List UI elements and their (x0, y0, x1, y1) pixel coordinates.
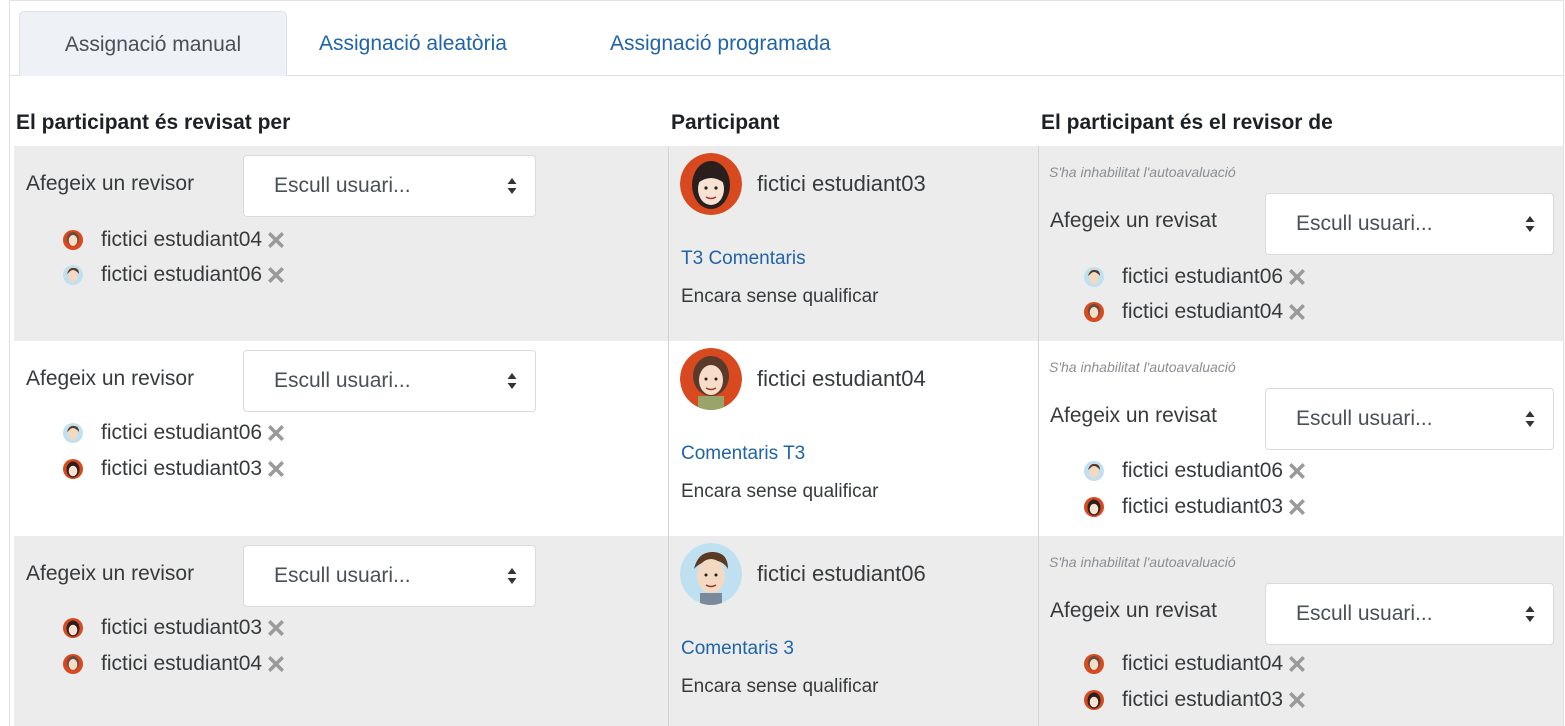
header-reviewer-of: El participant és el revisor de (1041, 111, 1333, 134)
participant-avatar (680, 543, 742, 605)
reviewer-name: fictici estudiant03 (101, 616, 263, 639)
participant-name: fictici estudiant06 (757, 561, 926, 586)
add-reviewer-label: Afegeix un revisor (26, 367, 195, 390)
reviewer-name: fictici estudiant04 (101, 652, 263, 675)
add-reviewer-select[interactable]: Escull usuari... (243, 155, 536, 217)
participant-avatar (680, 153, 742, 215)
tab-scheduled-allocation[interactable]: Assignació programada (610, 11, 831, 76)
reviewer-item: fictici estudiant03 (63, 454, 288, 484)
select-value: Escull usuari... (1296, 407, 1433, 430)
add-reviewer-select[interactable]: Escull usuari... (243, 545, 536, 607)
remove-reviewer-icon[interactable] (264, 652, 288, 676)
add-reviewee-select[interactable]: Escull usuari... (1265, 388, 1554, 450)
remove-reviewee-icon[interactable] (1285, 495, 1309, 519)
reviewee-item: fictici estudiant06 (1084, 262, 1309, 292)
user-avatar-icon (1084, 690, 1104, 710)
self-assessment-note: S'ha inhabilitat l'autoavaluació (1049, 164, 1236, 180)
select-value: Escull usuari... (274, 174, 411, 197)
allocation-panel: Assignació manual Assignació aleatòria A… (9, 0, 1564, 726)
add-reviewee-label: Afegeix un revisat (1050, 404, 1217, 427)
user-avatar-icon (63, 265, 83, 285)
sort-arrows-icon (507, 371, 517, 391)
reviewer-item: fictici estudiant06 (63, 260, 288, 290)
reviewee-name: fictici estudiant04 (1122, 300, 1284, 323)
reviewee-name: fictici estudiant04 (1122, 652, 1284, 675)
reviewee-name: fictici estudiant03 (1122, 495, 1284, 518)
header-reviewed-by: El participant és revisat per (16, 111, 291, 134)
grade-status: Encara sense qualificar (681, 481, 879, 502)
reviewer-item: fictici estudiant03 (63, 613, 288, 643)
reviewer-item: fictici estudiant04 (63, 649, 288, 679)
reviewee-name: fictici estudiant06 (1122, 265, 1284, 288)
reviewee-item: fictici estudiant03 (1084, 492, 1309, 522)
reviewer-name: fictici estudiant04 (101, 228, 263, 251)
user-avatar-icon (1084, 302, 1104, 322)
select-value: Escull usuari... (274, 564, 411, 587)
user-avatar-icon (63, 423, 83, 443)
sort-arrows-icon (1525, 604, 1535, 624)
add-reviewer-label: Afegeix un revisor (26, 172, 195, 195)
remove-reviewee-icon[interactable] (1285, 265, 1309, 289)
user-avatar-icon (1084, 267, 1104, 287)
remove-reviewer-icon[interactable] (264, 457, 288, 481)
sort-arrows-icon (1525, 409, 1535, 429)
reviewee-name: fictici estudiant03 (1122, 688, 1284, 711)
reviewer-name: fictici estudiant06 (101, 263, 263, 286)
submission-link[interactable]: T3 Comentaris (681, 248, 806, 270)
allocation-row: Afegeix un revisor Escull usuari... fict… (14, 146, 1563, 341)
tab-bar: Assignació manual Assignació aleatòria A… (10, 1, 1563, 76)
participant-name: fictici estudiant04 (757, 366, 926, 391)
sort-arrows-icon (507, 566, 517, 586)
add-reviewer-label: Afegeix un revisor (26, 562, 195, 585)
reviewer-item: fictici estudiant06 (63, 418, 288, 448)
submission-link[interactable]: Comentaris 3 (681, 638, 794, 660)
remove-reviewer-icon[interactable] (264, 263, 288, 287)
header-participant: Participant (671, 111, 780, 134)
reviewer-name: fictici estudiant06 (101, 421, 263, 444)
submission-link[interactable]: Comentaris T3 (681, 443, 805, 465)
remove-reviewee-icon[interactable] (1285, 459, 1309, 483)
allocation-row: Afegeix un revisor Escull usuari... fict… (14, 536, 1563, 726)
tab-random-allocation[interactable]: Assignació aleatòria (319, 11, 507, 76)
user-avatar-icon (63, 230, 83, 250)
remove-reviewee-icon[interactable] (1285, 300, 1309, 324)
add-reviewee-label: Afegeix un revisat (1050, 599, 1217, 622)
tab-manual-allocation[interactable]: Assignació manual (19, 11, 287, 76)
select-value: Escull usuari... (1296, 602, 1433, 625)
add-reviewee-label: Afegeix un revisat (1050, 209, 1217, 232)
select-value: Escull usuari... (1296, 212, 1433, 235)
remove-reviewer-icon[interactable] (264, 421, 288, 445)
user-avatar-icon (63, 618, 83, 638)
user-avatar-icon (63, 654, 83, 674)
self-assessment-note: S'ha inhabilitat l'autoavaluació (1049, 359, 1236, 375)
participant-avatar (680, 348, 742, 410)
allocation-row: Afegeix un revisor Escull usuari... fict… (14, 341, 1563, 536)
participant-name: fictici estudiant03 (757, 171, 926, 196)
user-avatar-icon (1084, 497, 1104, 517)
reviewee-name: fictici estudiant06 (1122, 459, 1284, 482)
sort-arrows-icon (507, 176, 517, 196)
sort-arrows-icon (1525, 214, 1535, 234)
user-avatar-icon (63, 459, 83, 479)
reviewee-item: fictici estudiant04 (1084, 649, 1309, 679)
add-reviewee-select[interactable]: Escull usuari... (1265, 193, 1554, 255)
reviewee-item: fictici estudiant04 (1084, 297, 1309, 327)
remove-reviewer-icon[interactable] (264, 616, 288, 640)
select-value: Escull usuari... (274, 369, 411, 392)
grade-status: Encara sense qualificar (681, 286, 879, 307)
user-avatar-icon (1084, 461, 1104, 481)
remove-reviewee-icon[interactable] (1285, 688, 1309, 712)
reviewee-item: fictici estudiant03 (1084, 685, 1309, 715)
user-avatar-icon (1084, 654, 1104, 674)
add-reviewer-select[interactable]: Escull usuari... (243, 350, 536, 412)
reviewee-item: fictici estudiant06 (1084, 456, 1309, 486)
add-reviewee-select[interactable]: Escull usuari... (1265, 583, 1554, 645)
remove-reviewer-icon[interactable] (264, 228, 288, 252)
reviewer-name: fictici estudiant03 (101, 457, 263, 480)
remove-reviewee-icon[interactable] (1285, 652, 1309, 676)
self-assessment-note: S'ha inhabilitat l'autoavaluació (1049, 554, 1236, 570)
grade-status: Encara sense qualificar (681, 676, 879, 697)
reviewer-item: fictici estudiant04 (63, 225, 288, 255)
